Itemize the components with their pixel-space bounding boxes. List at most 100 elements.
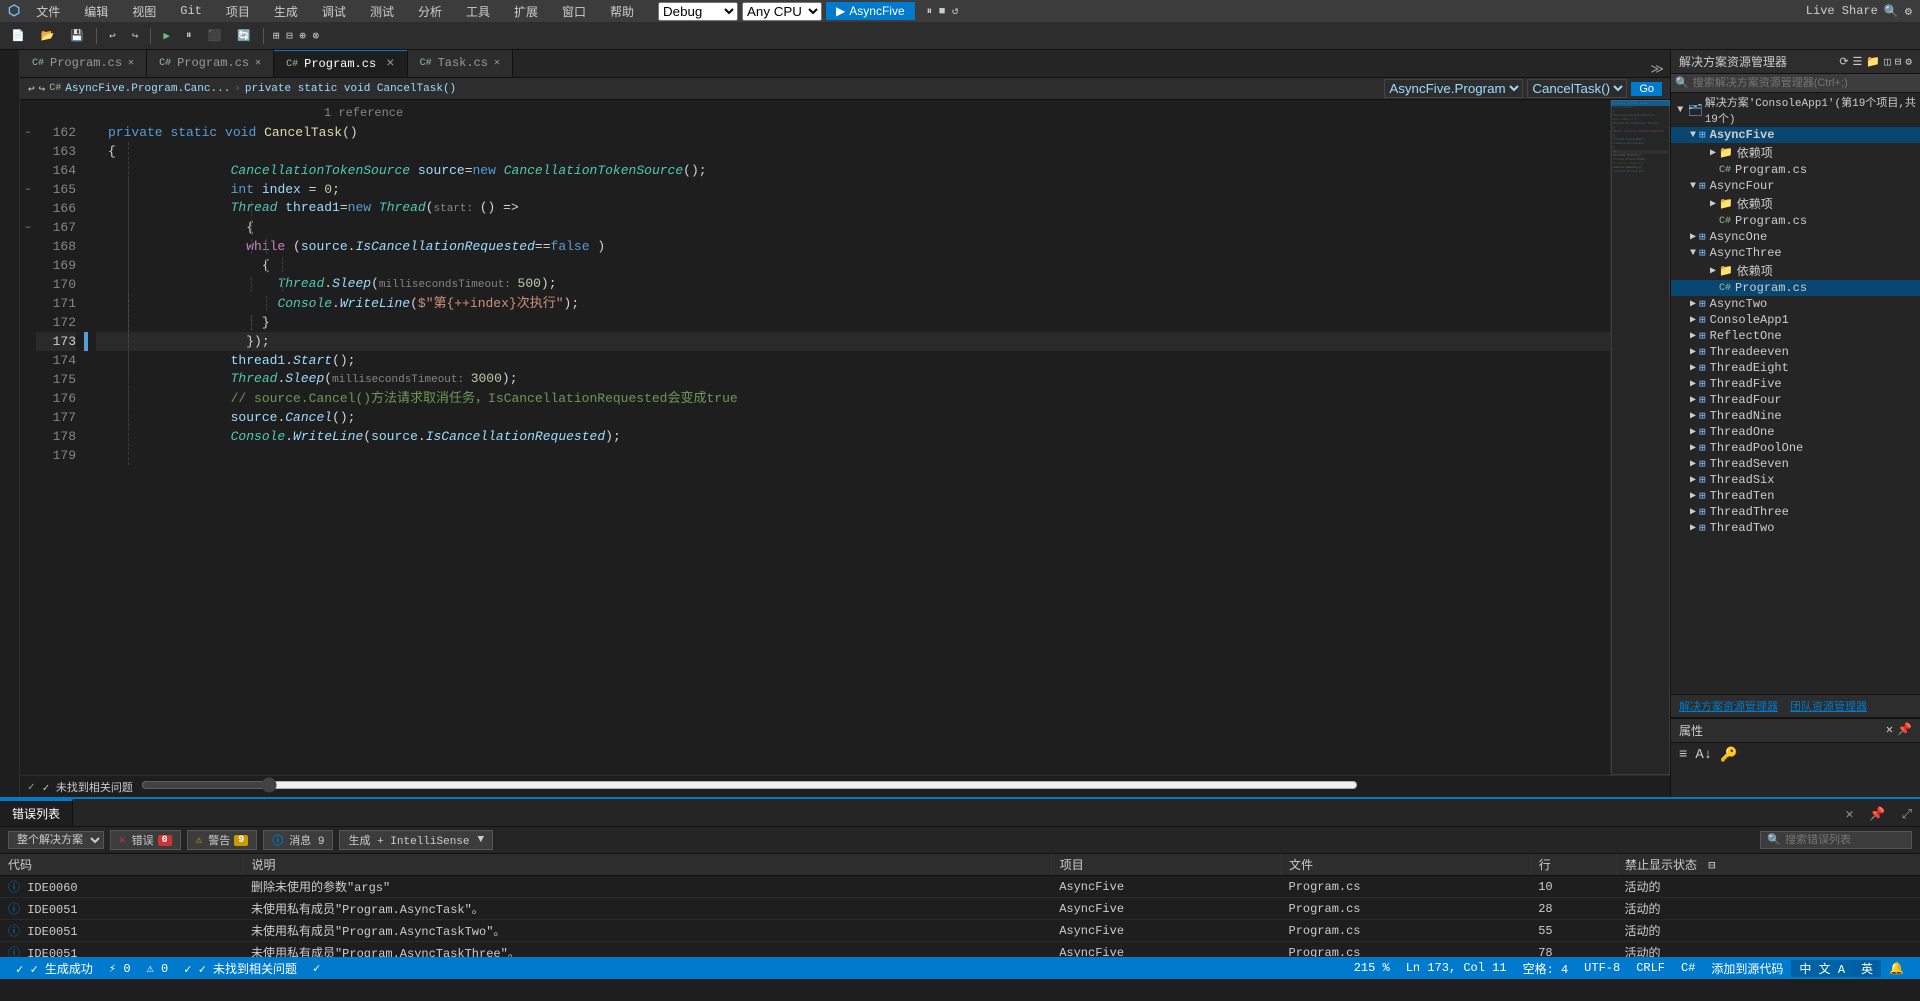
folder-deps-asyncfour[interactable]: ▶ 📁 依赖项 [1671, 194, 1920, 213]
go-button[interactable]: Go [1631, 82, 1662, 96]
error-row-2[interactable]: ⓘ IDE0051 未使用私有成员"Program.AsyncTaskTwo"。… [0, 920, 1920, 942]
horizontal-scrollbar[interactable] [141, 777, 1358, 793]
se-collapse-all-btn[interactable]: ⊟ [1895, 55, 1902, 69]
col-header-line[interactable]: 行 [1530, 854, 1616, 876]
menu-edit[interactable]: 编辑 [76, 1, 116, 22]
line-col-status[interactable]: Ln 173, Col 11 [1398, 961, 1515, 975]
build-success-status[interactable]: ✓ ✓ 生成成功 [8, 960, 101, 977]
menu-help[interactable]: 帮助 [602, 1, 642, 22]
member-dropdown[interactable]: CancelTask() [1527, 79, 1627, 98]
error-row-0[interactable]: ⓘ IDE0060 删除未使用的参数"args" AsyncFive Progr… [0, 876, 1920, 898]
nav-forward-btn[interactable]: ↪ [39, 82, 46, 96]
toolbar-undo[interactable]: ↩ [102, 26, 123, 46]
breadcrumb-path2[interactable]: private static void CancelTask() [245, 83, 456, 95]
project-threadseven[interactable]: ▶ ⊞ ThreadSeven [1671, 456, 1920, 472]
bottom-tab-close[interactable]: ✕ [1838, 803, 1862, 826]
warning-filter-btn[interactable]: ⚠ 警告 9 [187, 830, 258, 850]
menu-project[interactable]: 项目 [218, 1, 258, 22]
warning-count-status[interactable]: ⚠ 0 [139, 961, 177, 976]
se-preview-btn[interactable]: ◫ [1884, 55, 1891, 69]
error-count-status[interactable]: ⚡ 0 [101, 961, 139, 976]
nav-back-btn[interactable]: ↩ [28, 82, 35, 96]
toolbar-start[interactable]: ▶ [156, 26, 177, 46]
menu-test[interactable]: 测试 [362, 1, 402, 22]
project-consoleapp1[interactable]: ▶ ⊞ ConsoleApp1 [1671, 312, 1920, 328]
file-program-asyncfive[interactable]: C# Program.cs [1671, 162, 1920, 178]
bottom-tab-expand[interactable]: ⤢ [1894, 803, 1920, 826]
project-asynctwo[interactable]: ▶ ⊞ AsyncTwo [1671, 296, 1920, 312]
team-explorer-link[interactable]: 团队资源管理器 [1790, 698, 1867, 714]
bottom-tab-pin[interactable]: 📌 [1861, 803, 1893, 826]
intellisense-filter[interactable]: 生成 + IntelliSense ▼ [339, 830, 493, 850]
menu-analyze[interactable]: 分析 [410, 1, 450, 22]
col-header-status[interactable]: 禁止显示状态 ⊟ [1617, 854, 1920, 876]
error-filter-btn[interactable]: ✕ 错误 0 [110, 830, 181, 850]
minimap-viewport[interactable] [1611, 100, 1670, 775]
live-share-btn[interactable]: Live Share [1806, 4, 1878, 18]
se-new-folder-btn[interactable]: 📁 [1866, 55, 1880, 69]
project-asyncfour[interactable]: ▼ ⊞ AsyncFour [1671, 178, 1920, 194]
project-threadten[interactable]: ▶ ⊞ ThreadTen [1671, 488, 1920, 504]
error-search-input[interactable] [1785, 834, 1905, 846]
run-button[interactable]: ▶ AsyncFive [826, 2, 915, 20]
solution-root[interactable]: ▼ 🗂 解决方案'ConsoleApp1'(第19个项目,共19个) [1671, 93, 1920, 127]
file-program-asyncfour[interactable]: C# Program.cs [1671, 213, 1920, 229]
project-threadtwo[interactable]: ▶ ⊞ ThreadTwo [1671, 520, 1920, 536]
scope-dropdown[interactable]: 整个解决方案 [8, 831, 104, 849]
git-status[interactable]: ✓ [305, 961, 328, 976]
project-threadeeven[interactable]: ▶ ⊞ Threadeeven [1671, 344, 1920, 360]
tab-overflow-btn[interactable]: ≫ [1644, 62, 1670, 77]
tab-program-cs-2[interactable]: C# Program.cs ✕ [147, 50, 274, 77]
menu-file[interactable]: 文件 [28, 1, 68, 22]
solution-explorer-link[interactable]: 解决方案资源管理器 [1679, 698, 1778, 714]
se-properties-btn[interactable]: ⚙ [1905, 55, 1912, 69]
tab-program-cs-3[interactable]: C# Program.cs × [274, 50, 407, 77]
folder-deps-asyncfive[interactable]: ▶ 📁 依赖项 [1671, 143, 1920, 162]
cpu-dropdown[interactable]: Any CPU [742, 2, 822, 21]
menu-window[interactable]: 窗口 [554, 1, 594, 22]
col-header-code[interactable]: 代码 [0, 854, 243, 876]
folder-deps-asyncthree[interactable]: ▶ 📁 依赖项 [1671, 261, 1920, 280]
breadcrumb-path1[interactable]: AsyncFive.Program.Canc... [65, 83, 230, 95]
project-threadone[interactable]: ▶ ⊞ ThreadOne [1671, 424, 1920, 440]
error-row-3[interactable]: ⓘ IDE0051 未使用私有成员"Program.AsyncTaskThree… [0, 942, 1920, 958]
project-asyncone[interactable]: ▶ ⊞ AsyncOne [1671, 229, 1920, 245]
tab-close-4[interactable]: ✕ [494, 57, 500, 69]
notification-bell-icon[interactable]: 🔔 [1881, 961, 1912, 976]
solution-search-input[interactable] [1693, 77, 1916, 89]
toolbar-new[interactable]: 📄 [4, 26, 32, 46]
tab-task-cs[interactable]: C# Task.cs ✕ [408, 50, 513, 77]
debug-config-dropdown[interactable]: Debug [658, 2, 738, 21]
info-filter-btn[interactable]: ⓘ 消息 9 [263, 830, 333, 850]
col-header-project[interactable]: 项目 [1051, 854, 1280, 876]
zoom-level[interactable]: 215 % [1346, 961, 1398, 975]
toolbar-pause[interactable]: ⏸ [179, 27, 199, 45]
filter-icon[interactable]: ⊟ [1708, 859, 1715, 873]
collapse-166[interactable]: − [20, 180, 36, 199]
prop-pin-btn[interactable]: 📌 [1897, 722, 1912, 739]
add-to-source-btn[interactable]: 添加到源代码 [1703, 960, 1791, 977]
crlf-status[interactable]: CRLF [1628, 961, 1673, 975]
menu-tools[interactable]: 工具 [458, 1, 498, 22]
menu-build[interactable]: 生成 [266, 1, 306, 22]
tab-program-cs-1[interactable]: C# Program.cs ✕ [20, 50, 147, 77]
settings-icon[interactable]: ⚙ [1905, 4, 1912, 19]
file-program-asyncthree[interactable]: C# Program.cs [1671, 280, 1920, 296]
collapse-168[interactable]: − [20, 218, 36, 237]
error-row-1[interactable]: ⓘ IDE0051 未使用私有成员"Program.AsyncTask"。 As… [0, 898, 1920, 920]
menu-extensions[interactable]: 扩展 [506, 1, 546, 22]
prop-list-icon[interactable]: ≡ [1679, 747, 1687, 764]
toolbar-stop[interactable]: ⬛ [200, 26, 228, 46]
type-dropdown[interactable]: AsyncFive.Program [1384, 79, 1523, 98]
menu-git[interactable]: Git [172, 2, 210, 20]
tab-close-2[interactable]: ✕ [255, 57, 261, 69]
col-header-file[interactable]: 文件 [1281, 854, 1531, 876]
project-threadsix[interactable]: ▶ ⊞ ThreadSix [1671, 472, 1920, 488]
project-threadnine[interactable]: ▶ ⊞ ThreadNine [1671, 408, 1920, 424]
se-filter-btn[interactable]: ☰ [1853, 55, 1863, 69]
search-icon[interactable]: 🔍 [1884, 4, 1899, 19]
ime-status[interactable]: 中 文 A [1791, 960, 1853, 977]
project-asyncfive[interactable]: ▼ ⊞ AsyncFive [1671, 127, 1920, 143]
encoding-status[interactable]: UTF-8 [1576, 961, 1628, 975]
project-threadfour[interactable]: ▶ ⊞ ThreadFour [1671, 392, 1920, 408]
